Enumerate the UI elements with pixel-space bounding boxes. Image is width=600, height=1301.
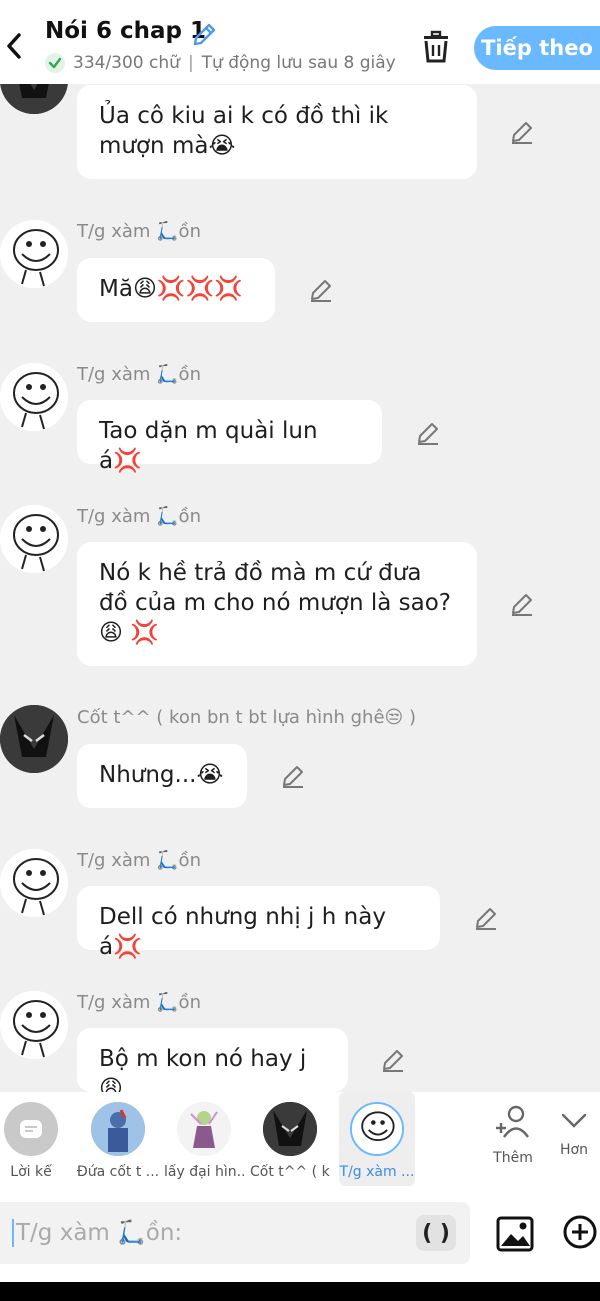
less-label: Hơn <box>560 1142 588 1158</box>
dark-mask-avatar <box>0 705 68 773</box>
composer: T/g xàm 🛴ồn: ( ) <box>0 1192 600 1282</box>
chat-area: Ủa cô kiu ai k có đồ thì ik mượn mà😭 T/g… <box>0 84 600 1092</box>
pencil-icon[interactable] <box>415 420 441 446</box>
character-label: Lời kể <box>10 1164 52 1180</box>
separator: | <box>187 53 194 73</box>
pencil-icon[interactable] <box>308 277 334 303</box>
character-item[interactable]: Cốt t^^ ( k... <box>250 1092 330 1186</box>
chevron-down-icon <box>561 1113 587 1128</box>
page-title: Nói 6 chap 1 <box>45 18 206 44</box>
chevron-left-icon <box>7 33 21 59</box>
pencil-icon[interactable] <box>380 1047 406 1073</box>
trash-icon[interactable] <box>420 30 452 64</box>
top-bar: Nói 6 chap 1 334/300 chữ | Tự động lưu s… <box>0 0 600 84</box>
character-item[interactable]: Đứa cốt t ... <box>76 1092 160 1186</box>
system-nav-bar <box>0 1282 600 1301</box>
parenthesis-button[interactable]: ( ) <box>416 1215 456 1251</box>
status-line: 334/300 chữ | Tự động lưu sau 8 giây <box>45 53 396 73</box>
plus-circle-icon[interactable] <box>562 1214 598 1250</box>
character-item[interactable]: lấy đại hìn... <box>164 1092 244 1186</box>
narration-icon <box>4 1102 58 1156</box>
character-label: T/g xàm ... <box>339 1164 415 1180</box>
back-button[interactable] <box>0 26 28 66</box>
pencil-icon[interactable] <box>280 763 306 789</box>
blue-character-avatar <box>91 1102 145 1156</box>
character-selector: Lời kể Đứa cốt t ... lấy đại hìn... Cốt … <box>0 1092 600 1192</box>
anime-character-avatar <box>177 1102 231 1156</box>
sender-name: T/g xàm 🛴ồn <box>77 364 201 385</box>
troll-sketch-avatar <box>0 363 68 431</box>
character-label: Cốt t^^ ( k... <box>250 1164 330 1180</box>
message-bubble[interactable]: Nhưng...😭 <box>77 744 247 808</box>
more-label: Thêm <box>493 1150 533 1166</box>
autosave-status: Tự động lưu sau 8 giây <box>201 53 396 73</box>
word-count: 334/300 chữ <box>73 53 180 73</box>
character-narration[interactable]: Lời kể <box>0 1092 62 1186</box>
pencil-icon[interactable] <box>509 591 535 617</box>
next-button[interactable]: Tiếp theo <box>474 26 600 70</box>
dark-mask-avatar <box>0 84 68 114</box>
sender-name: T/g xàm 🛴ồn <box>77 992 201 1013</box>
character-label: Đứa cốt t ... <box>76 1164 160 1180</box>
pencil-icon[interactable] <box>473 905 499 931</box>
character-label: lấy đại hìn... <box>164 1164 244 1180</box>
message-bubble[interactable]: Dell có nhưng nhị j h này á💢 <box>77 886 440 960</box>
message-bubble[interactable]: Bộ m kon nó hay j😩 <box>77 1028 348 1092</box>
troll-sketch-avatar <box>0 849 68 917</box>
pencil-icon[interactable] <box>191 22 217 48</box>
sender-name: T/g xàm 🛴ồn <box>77 850 201 871</box>
add-character-button[interactable]: Thêm <box>484 1092 542 1186</box>
expand-button[interactable]: Hơn <box>548 1092 600 1186</box>
message-input[interactable]: T/g xàm 🛴ồn: ( ) <box>0 1202 470 1264</box>
check-icon <box>45 53 65 73</box>
troll-sketch-avatar <box>0 220 68 288</box>
message-bubble[interactable]: Mă😩💢💢💢 <box>77 258 275 322</box>
dark-mask-avatar <box>263 1102 317 1156</box>
message-bubble[interactable]: Nó k hề trả đồ mà m cứ đưa đồ của m cho … <box>77 542 477 666</box>
character-item-selected[interactable]: T/g xàm ... <box>339 1092 415 1186</box>
input-placeholder: T/g xàm 🛴ồn: <box>12 1219 182 1247</box>
image-icon[interactable] <box>496 1216 534 1252</box>
troll-sketch-avatar <box>0 505 68 573</box>
sender-name: Cốt t^^ ( kon bn t bt lựa hình ghê😒 ) <box>77 707 417 728</box>
sender-name: T/g xàm 🛴ồn <box>77 221 201 242</box>
message-bubble[interactable]: Tao dặn m quài lun á💢 <box>77 400 382 474</box>
message-bubble[interactable]: Ủa cô kiu ai k có đồ thì ik mượn mà😭 <box>77 85 477 179</box>
troll-sketch-avatar <box>350 1102 404 1156</box>
pencil-icon[interactable] <box>509 119 535 145</box>
troll-sketch-avatar <box>0 991 68 1059</box>
add-user-icon <box>496 1105 529 1138</box>
sender-name: T/g xàm 🛴ồn <box>77 506 201 527</box>
